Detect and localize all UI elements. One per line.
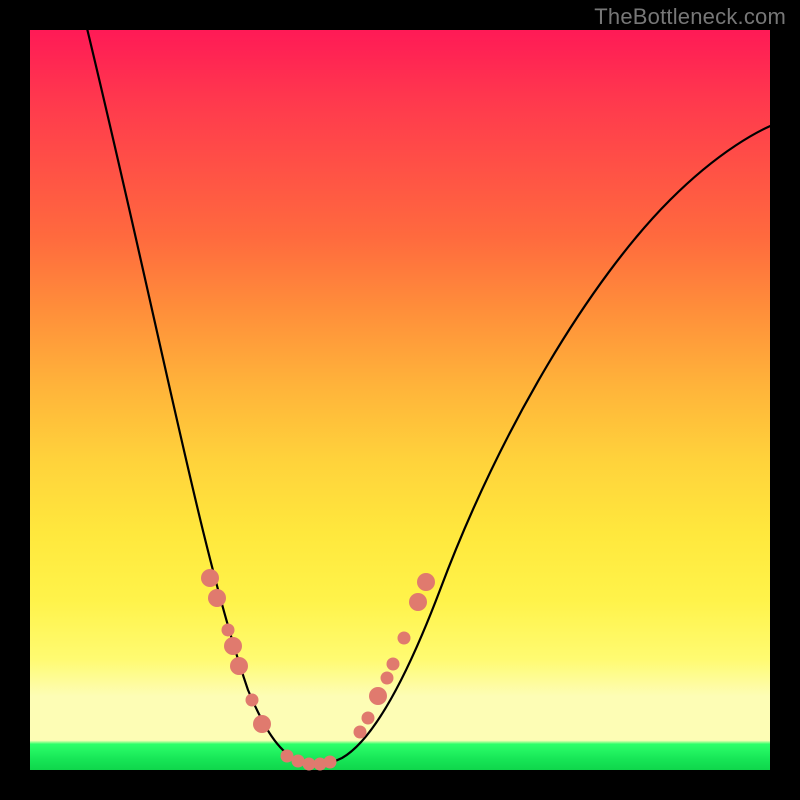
marker-left-1 <box>208 589 226 607</box>
marker-left-0 <box>201 569 219 587</box>
marker-left-4 <box>230 657 248 675</box>
marker-left-2 <box>222 624 235 637</box>
marker-trough-4 <box>324 756 337 769</box>
marker-right-4 <box>387 658 400 671</box>
marker-right-2 <box>369 687 387 705</box>
marker-left-6 <box>253 715 271 733</box>
marker-trough-1 <box>292 755 305 768</box>
marker-right-7 <box>417 573 435 591</box>
marker-right-3 <box>381 672 394 685</box>
marker-right-1 <box>362 712 375 725</box>
bottleneck-curve <box>85 20 775 764</box>
chart-frame: TheBottleneck.com <box>0 0 800 800</box>
marker-group <box>201 569 435 771</box>
marker-right-5 <box>398 632 411 645</box>
watermark-text: TheBottleneck.com <box>594 4 786 30</box>
marker-right-6 <box>409 593 427 611</box>
marker-right-0 <box>354 726 367 739</box>
marker-left-5 <box>246 694 259 707</box>
marker-left-3 <box>224 637 242 655</box>
curve-svg <box>30 30 770 770</box>
